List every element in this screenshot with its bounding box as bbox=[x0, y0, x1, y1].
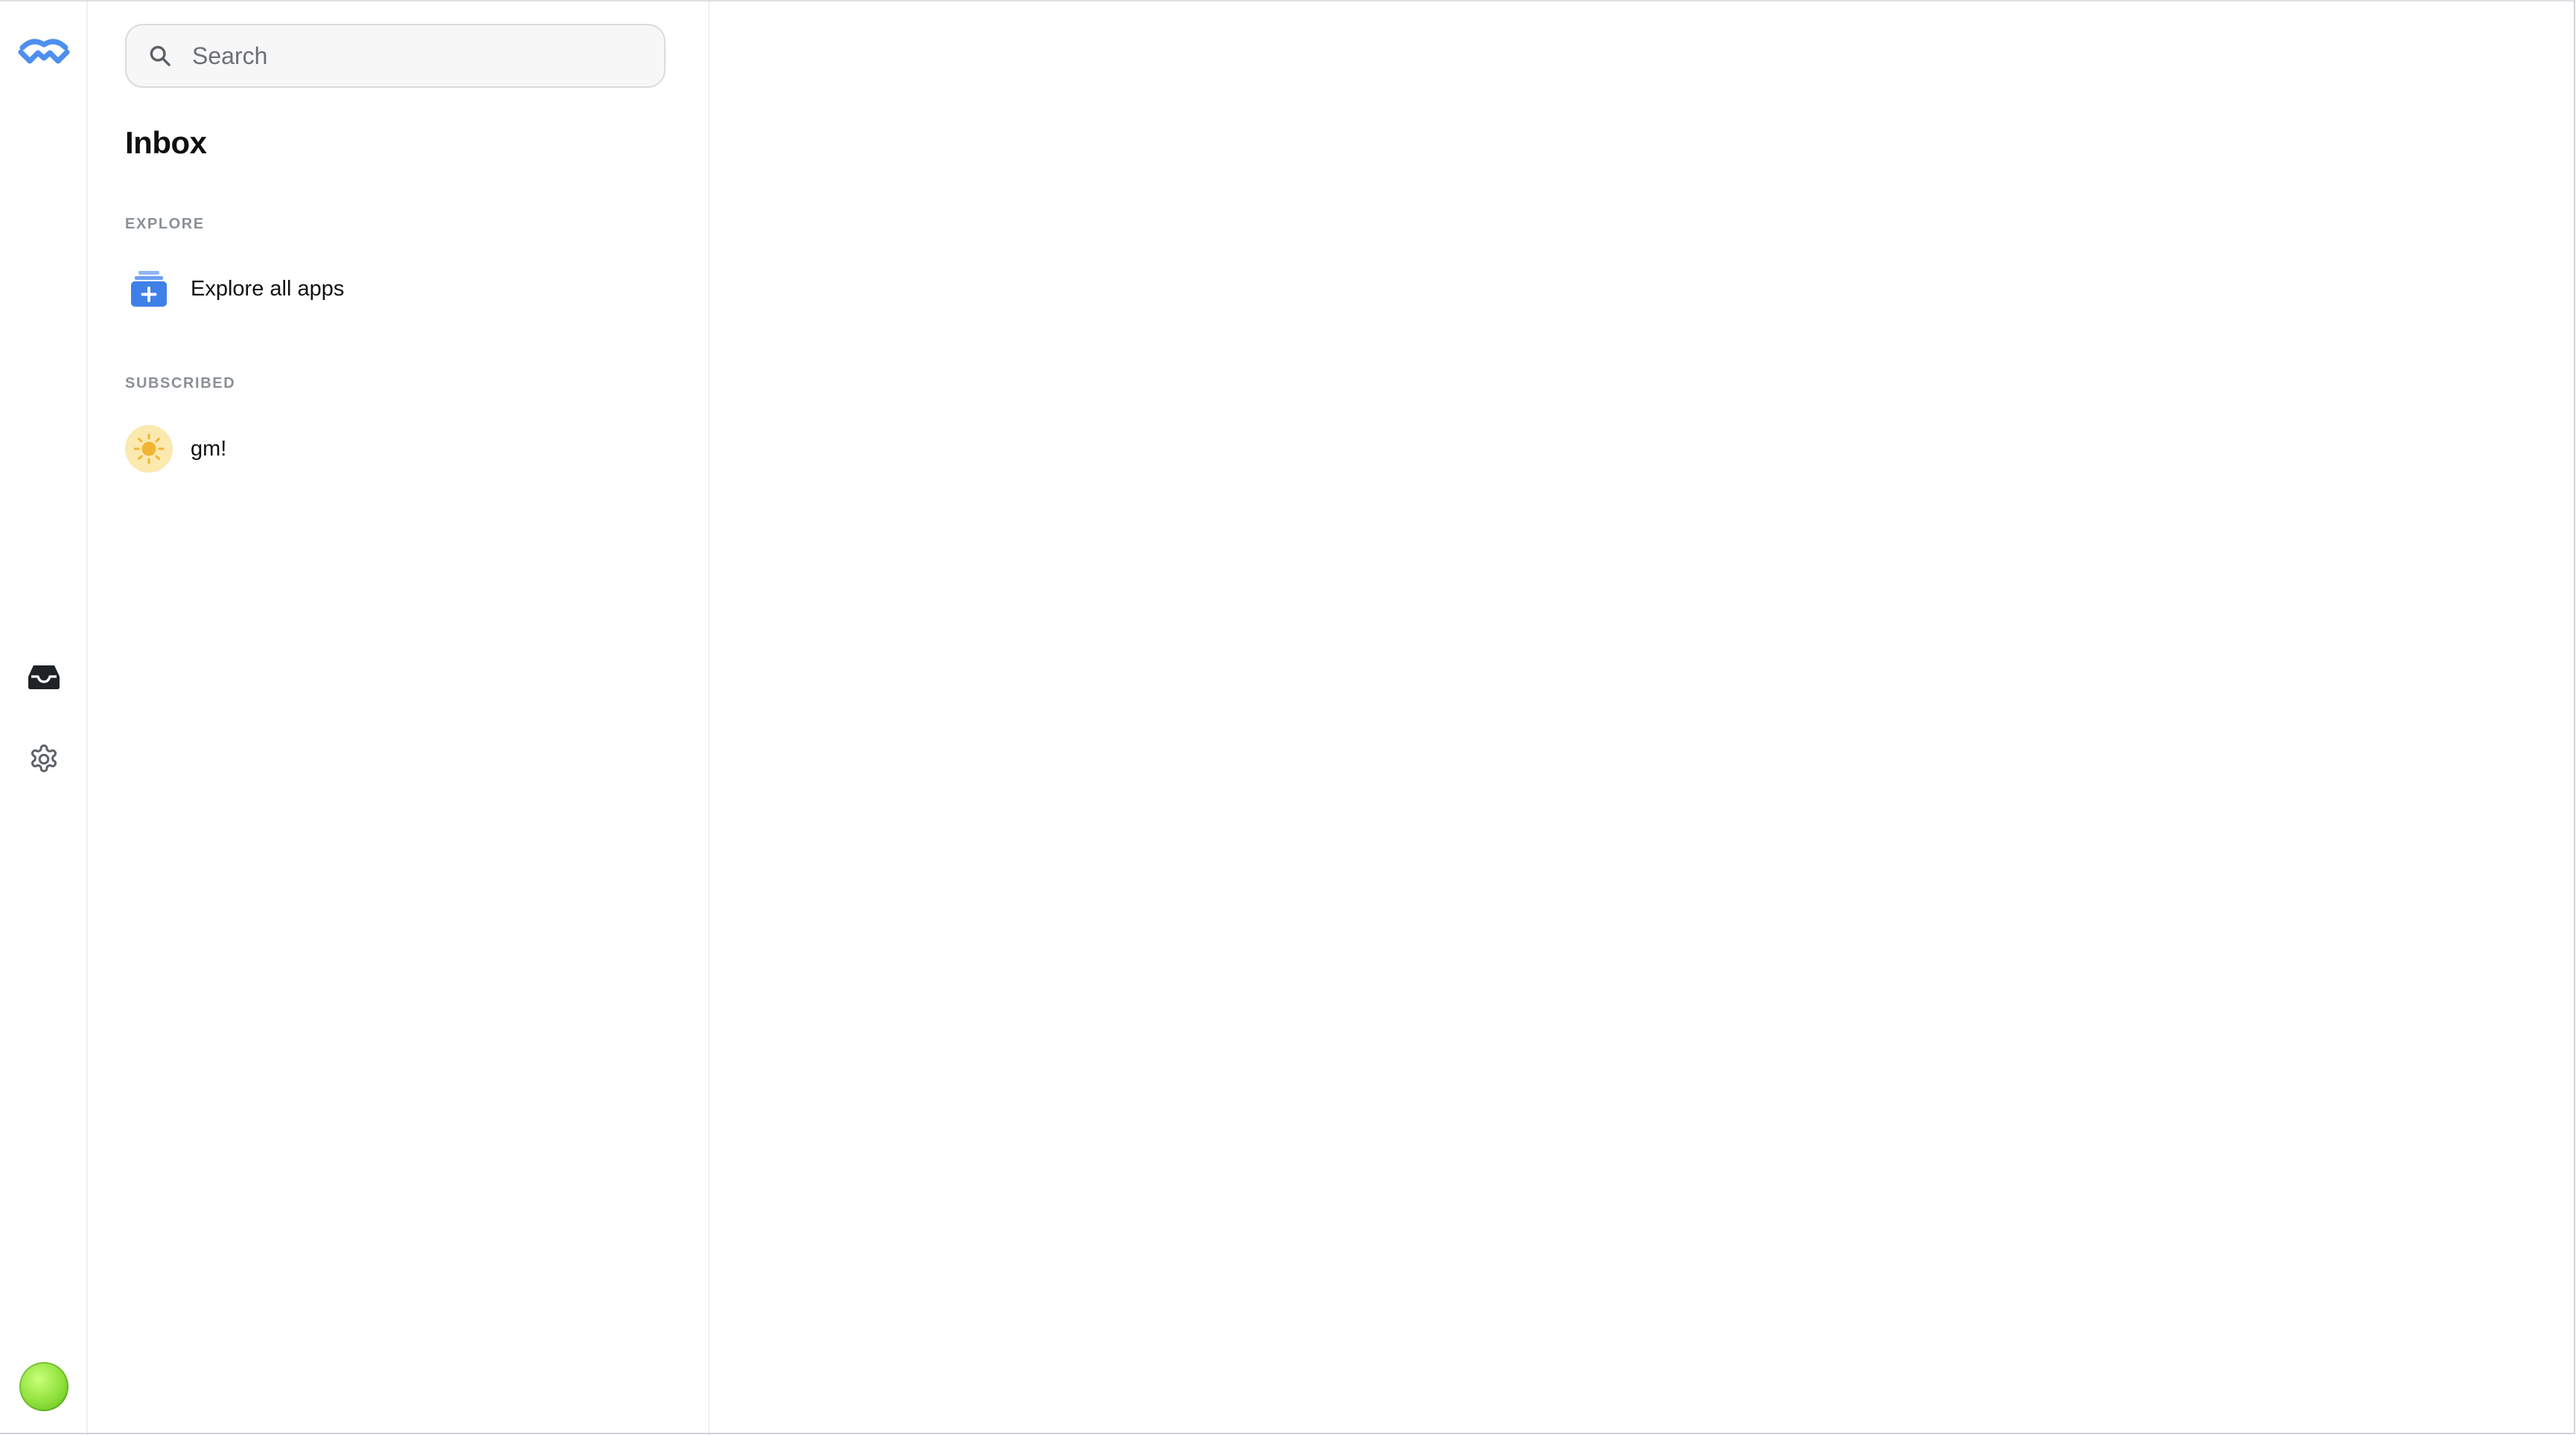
subscription-label: gm! bbox=[191, 436, 227, 461]
explore-all-apps-label: Explore all apps bbox=[191, 276, 345, 301]
app-avatar bbox=[125, 425, 173, 473]
nav-settings-button[interactable] bbox=[19, 735, 68, 784]
user-avatar[interactable] bbox=[19, 1362, 68, 1411]
search-box[interactable] bbox=[125, 24, 666, 88]
page-title: Inbox bbox=[125, 125, 207, 160]
gear-icon bbox=[31, 744, 57, 773]
inbox-tray-icon bbox=[28, 665, 60, 689]
inbox-sidebar: Inbox EXPLORE Explore all apps SUBSCRIBE… bbox=[88, 0, 710, 1435]
app-window: Inbox EXPLORE Explore all apps SUBSCRIBE… bbox=[0, 0, 2576, 1435]
walletconnect-logo-icon[interactable] bbox=[18, 34, 70, 67]
section-label-explore: EXPLORE bbox=[125, 216, 205, 232]
left-rail bbox=[0, 0, 88, 1435]
apps-stack-plus-icon bbox=[125, 265, 173, 313]
search-icon bbox=[150, 45, 170, 66]
sun-icon bbox=[133, 433, 165, 464]
search-input[interactable] bbox=[192, 33, 639, 78]
main-content bbox=[710, 0, 2575, 1435]
section-label-subscribed: SUBSCRIBED bbox=[125, 375, 236, 391]
subscription-item-gm[interactable]: gm! bbox=[125, 422, 666, 476]
explore-all-apps-item[interactable]: Explore all apps bbox=[125, 262, 666, 316]
nav-inbox-button[interactable] bbox=[19, 652, 68, 701]
